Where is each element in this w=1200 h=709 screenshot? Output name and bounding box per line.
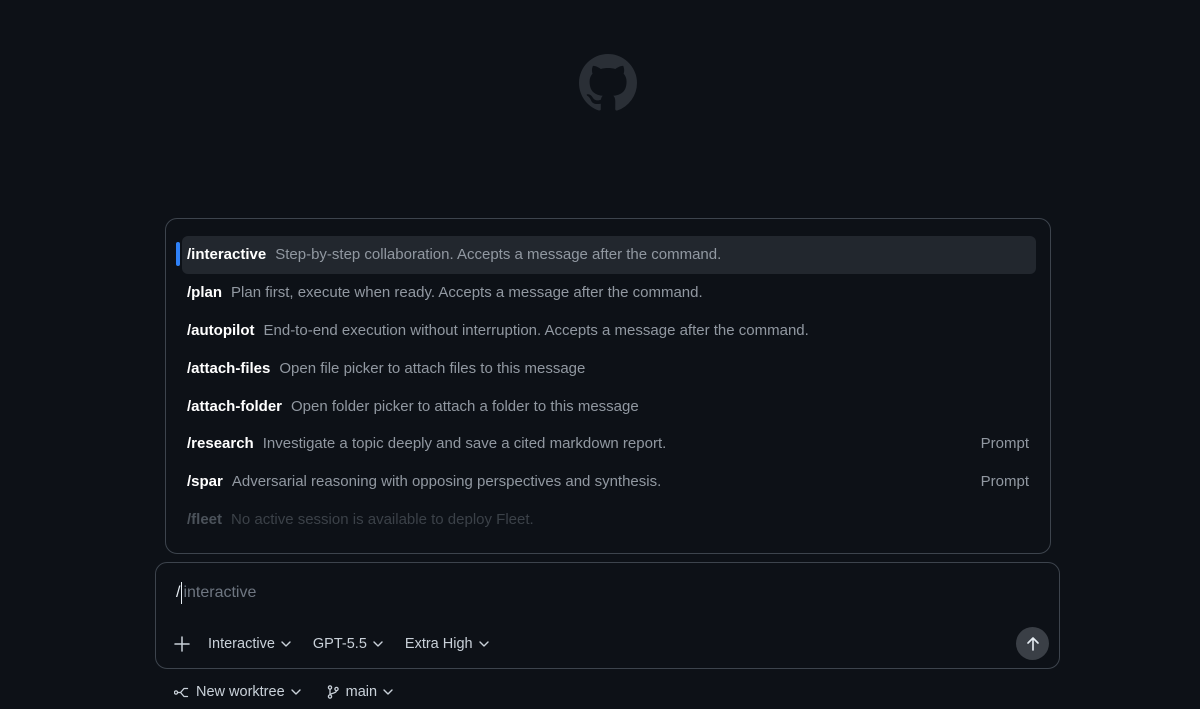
worktree-selector[interactable]: New worktree [174, 684, 301, 700]
branch-selector[interactable]: main [327, 684, 393, 700]
plus-icon[interactable] [173, 635, 191, 653]
command-item-attach-files[interactable]: /attach-files Open file picker to attach… [182, 349, 1036, 387]
composer-footer: New worktree main [174, 684, 419, 700]
command-description: No active session is available to deploy… [231, 510, 534, 528]
command-type-tag: Prompt [980, 473, 1029, 491]
model-label: GPT-5.5 [312, 636, 367, 652]
command-description: Step-by-step collaboration. Accepts a me… [275, 246, 722, 264]
command-name: /research [187, 435, 254, 453]
chevron-down-icon [373, 641, 383, 647]
command-description: Open folder picker to attach a folder to… [291, 397, 639, 415]
command-name: /attach-folder [187, 397, 283, 415]
command-name: /autopilot [187, 321, 255, 339]
command-item-interactive[interactable]: /interactive Step-by-step collaboration.… [176, 236, 1036, 274]
command-name: /fleet [187, 510, 223, 528]
model-dropdown[interactable]: GPT-5.5 [313, 636, 383, 652]
worktree-icon [174, 687, 189, 697]
command-item-fleet: /fleet No active session is available to… [182, 501, 1036, 539]
mode-dropdown[interactable]: Interactive [208, 636, 291, 652]
text-caret [181, 582, 183, 604]
command-description: End-to-end execution without interruptio… [263, 321, 809, 339]
chevron-down-icon [281, 641, 291, 647]
command-item-attach-folder[interactable]: /attach-folder Open folder picker to att… [182, 387, 1036, 425]
chevron-down-icon [478, 641, 489, 647]
git-branch-icon [327, 685, 339, 699]
effort-label: Extra High [404, 636, 473, 652]
arrow-up-icon [1026, 636, 1039, 651]
command-description: Investigate a topic deeply and save a ci… [262, 435, 667, 453]
autocomplete-hint: interactive [183, 584, 257, 601]
command-description: Adversarial reasoning with opposing pers… [231, 473, 662, 491]
branch-label: main [345, 684, 378, 700]
command-type-tag: Prompt [980, 435, 1029, 453]
slash-command-menu: /interactive Step-by-step collaboration.… [165, 218, 1051, 554]
chevron-down-icon [290, 689, 301, 695]
selection-indicator [176, 242, 180, 266]
command-description: Plan first, execute when ready. Accepts … [231, 284, 703, 302]
composer-toolbar: Interactive GPT-5.5 Extra High [173, 629, 511, 659]
chevron-down-icon [383, 689, 393, 695]
github-logo-icon [579, 54, 637, 111]
command-description: Open file picker to attach files to this… [279, 359, 586, 377]
send-button[interactable] [1016, 627, 1049, 660]
command-name: /interactive [187, 246, 267, 264]
message-input[interactable]: / interactive [176, 582, 256, 604]
effort-dropdown[interactable]: Extra High [405, 636, 489, 652]
command-name: /attach-files [187, 359, 271, 377]
command-item-spar[interactable]: /spar Adversarial reasoning with opposin… [182, 463, 1036, 501]
mode-label: Interactive [208, 636, 275, 652]
command-item-plan[interactable]: /plan Plan first, execute when ready. Ac… [182, 274, 1036, 312]
command-name: /spar [187, 473, 223, 491]
worktree-label: New worktree [196, 684, 285, 700]
typed-text: / [176, 584, 181, 601]
command-item-autopilot[interactable]: /autopilot End-to-end execution without … [182, 312, 1036, 350]
message-composer[interactable]: / interactive Interactive GPT-5.5 Extra H… [155, 562, 1060, 669]
command-item-research[interactable]: /research Investigate a topic deeply and… [182, 425, 1036, 463]
command-name: /plan [187, 284, 223, 302]
